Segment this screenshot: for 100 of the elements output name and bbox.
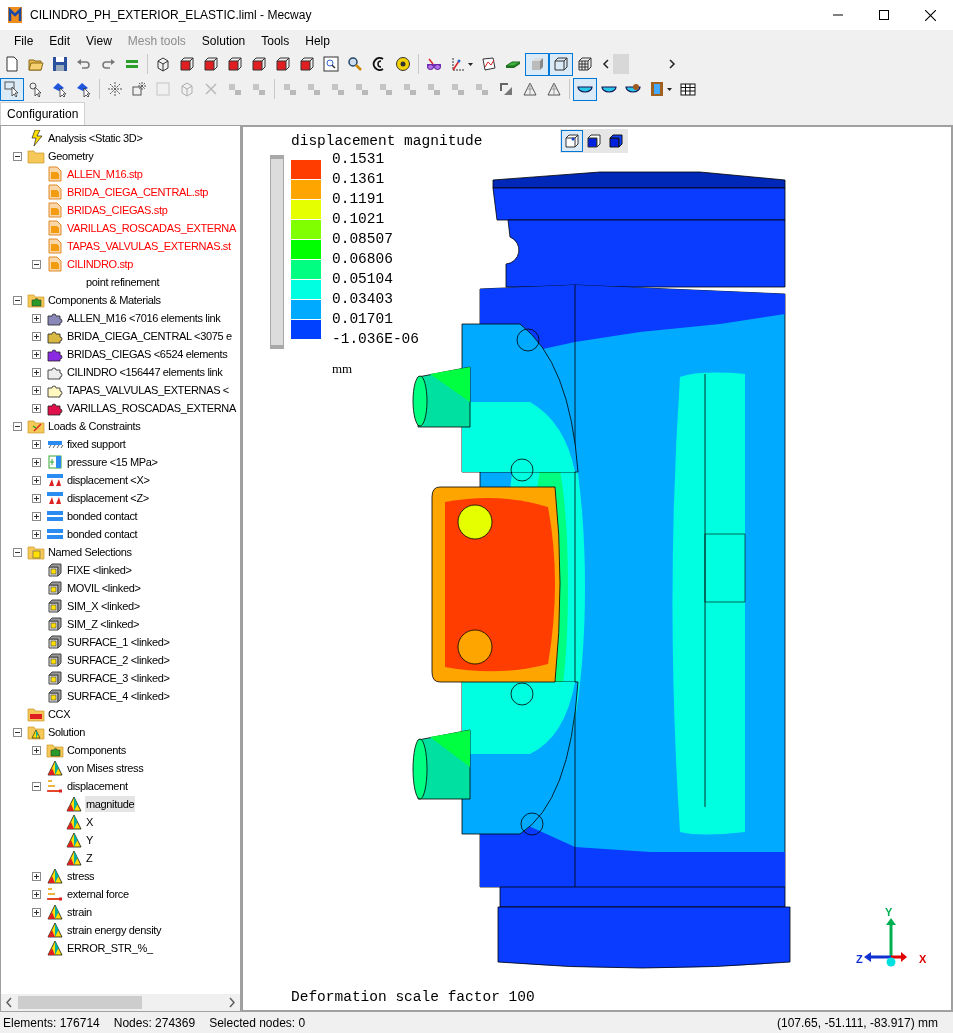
tree-item[interactable]: FIXE <linked> — [66, 561, 133, 579]
tree-item[interactable]: bonded contact — [66, 525, 139, 543]
tree-item[interactable]: bonded contact — [66, 507, 139, 525]
horizontal-scrollbar[interactable] — [1, 994, 240, 1011]
tree-item[interactable]: Loads & Constraints — [47, 417, 142, 435]
cube-outline-icon — [155, 56, 171, 72]
menu-item[interactable]: Edit — [41, 32, 79, 50]
tree-item[interactable]: external force — [66, 885, 130, 903]
shapes-icon — [450, 81, 466, 97]
menu-item[interactable]: Tools — [253, 32, 298, 50]
menu-item[interactable]: Solution — [193, 32, 254, 50]
tree-item[interactable]: fixed support — [66, 435, 127, 453]
tab[interactable]: Configuration — [0, 102, 86, 125]
tree-item[interactable]: CILINDRO.stp — [66, 255, 135, 273]
tree-expander[interactable] — [32, 259, 41, 269]
scroll-left-icon[interactable] — [601, 58, 611, 70]
tree-item[interactable]: X — [85, 813, 94, 831]
tree-item[interactable]: Components & Materials — [47, 291, 162, 309]
tree-item[interactable]: stress — [66, 867, 96, 885]
contour-triangle-icon — [46, 904, 64, 920]
tree-expander[interactable] — [32, 511, 41, 521]
tree-expander[interactable] — [32, 313, 41, 323]
tree-expander[interactable] — [32, 385, 41, 395]
tree-item[interactable]: SURFACE_2 <linked> — [66, 651, 171, 669]
cube-face-view-icon — [299, 56, 315, 72]
tree-expander[interactable] — [32, 439, 41, 449]
tree-item[interactable]: point refinement — [85, 273, 161, 291]
tree-item[interactable]: Analysis <Static 3D> — [47, 129, 144, 147]
tree-item[interactable]: TAPAS_VALVULAS_EXTERNAS < — [66, 381, 230, 399]
tree-expander[interactable] — [32, 331, 41, 341]
tree-item[interactable]: BRIDAS_CIEGAS <6524 elements — [66, 345, 229, 363]
tree-item[interactable]: ERROR_STR_%_ — [66, 939, 154, 957]
tree-item[interactable]: VARILLAS_ROSCADAS_EXTERNA — [66, 399, 237, 417]
menu-item[interactable]: File — [6, 32, 42, 50]
tree-item[interactable]: Components — [66, 741, 127, 759]
tree-item[interactable]: Solution — [47, 723, 86, 741]
cube-icon — [564, 133, 580, 149]
scroller-thumb[interactable] — [613, 54, 629, 74]
tree-item[interactable]: strain energy density — [66, 921, 163, 939]
shaded-cube-button[interactable] — [525, 52, 549, 76]
tree-item[interactable]: Y — [85, 831, 94, 849]
tree-item[interactable]: CCX — [47, 705, 72, 723]
tree-expander[interactable] — [13, 295, 22, 305]
tree-expander[interactable] — [32, 349, 41, 359]
bowl-button[interactable] — [573, 77, 597, 101]
tree-expander[interactable] — [32, 889, 41, 899]
tree-item[interactable]: displacement — [66, 777, 129, 795]
tree-item[interactable]: VARILLAS_ROSCADAS_EXTERNA — [66, 219, 237, 237]
shapes-icon — [330, 81, 346, 97]
tree-expander[interactable] — [13, 421, 22, 431]
tree-expander[interactable] — [13, 547, 22, 557]
tree-expander[interactable] — [32, 367, 41, 377]
tree-expander[interactable] — [32, 871, 41, 881]
tree-expander[interactable] — [13, 151, 22, 161]
tree-item[interactable]: BRIDA_CIEGA_CENTRAL <3075 e — [66, 327, 233, 345]
cube-outline-button[interactable] — [549, 52, 573, 76]
tree-item[interactable]: SURFACE_4 <linked> — [66, 687, 171, 705]
tree-expander[interactable] — [32, 529, 41, 539]
tree-item[interactable]: SURFACE_3 <linked> — [66, 669, 171, 687]
triangle-icon — [546, 81, 562, 97]
tree-expander[interactable] — [13, 727, 22, 737]
tree-item[interactable]: von Mises stress — [66, 759, 145, 777]
menu-item[interactable]: View — [78, 32, 120, 50]
legend-range-slider[interactable] — [270, 155, 284, 349]
tree-item[interactable]: TAPAS_VALVULAS_EXTERNAS.st — [66, 237, 232, 255]
scrollbar-thumb[interactable] — [18, 996, 142, 1009]
status-text: (107.65, -51.111, -83.917) mm — [777, 1014, 939, 1032]
tree-item[interactable]: displacement <X> — [66, 471, 151, 489]
scroll-right-icon[interactable] — [667, 58, 677, 70]
tree-expander[interactable] — [32, 457, 41, 467]
tree-expander[interactable] — [32, 403, 41, 413]
contour-triangle-icon — [65, 796, 83, 812]
tree-item[interactable]: SIM_Z <linked> — [66, 615, 141, 633]
tree-item[interactable]: CILINDRO <156447 elements link — [66, 363, 224, 381]
tree-expander[interactable] — [32, 907, 41, 917]
tree-item[interactable]: pressure <15 MPa> — [66, 453, 159, 471]
tree-item[interactable]: Named Selections — [47, 543, 133, 561]
tree-expander[interactable] — [32, 493, 41, 503]
search-icon — [347, 56, 363, 72]
tree-item[interactable]: MOVIL <linked> — [66, 579, 142, 597]
tree-item[interactable]: SIM_X <linked> — [66, 597, 141, 615]
tree-item[interactable]: BRIDAS_CIEGAS.stp — [66, 201, 169, 219]
tree-expander[interactable] — [32, 781, 41, 791]
box-select-button[interactable] — [0, 77, 24, 101]
shapes-icon — [251, 81, 267, 97]
tree-expander[interactable] — [32, 475, 41, 485]
tree-item[interactable]: Z — [85, 849, 94, 867]
tree-item[interactable]: SURFACE_1 <linked> — [66, 633, 171, 651]
model-viewport[interactable]: displacement magnitude 0.1531 0.1361 0.1191 0.1021 0.08507 0.06806 0.05104 0.03403 0.01701 -1.036E-06 mm Deformation scale factor 100 Y Z X — [241, 125, 953, 1012]
tree-item[interactable]: BRIDA_CIEGA_CENTRAL.stp — [66, 183, 210, 201]
tree-item[interactable]: ALLEN_M16.stp — [66, 165, 144, 183]
menu-item[interactable]: Help — [297, 32, 338, 50]
view-mode-button[interactable] — [561, 130, 583, 152]
tree-item[interactable]: displacement <Z> — [66, 489, 150, 507]
cube-outline-icon — [179, 81, 195, 97]
tree-item[interactable]: ALLEN_M16 <7016 elements link — [66, 309, 222, 327]
tree-expander[interactable] — [32, 745, 41, 755]
tree-item[interactable]: Geometry — [47, 147, 95, 165]
tree-item[interactable]: strain — [66, 903, 93, 921]
tree-item[interactable]: magnitude — [85, 795, 136, 813]
